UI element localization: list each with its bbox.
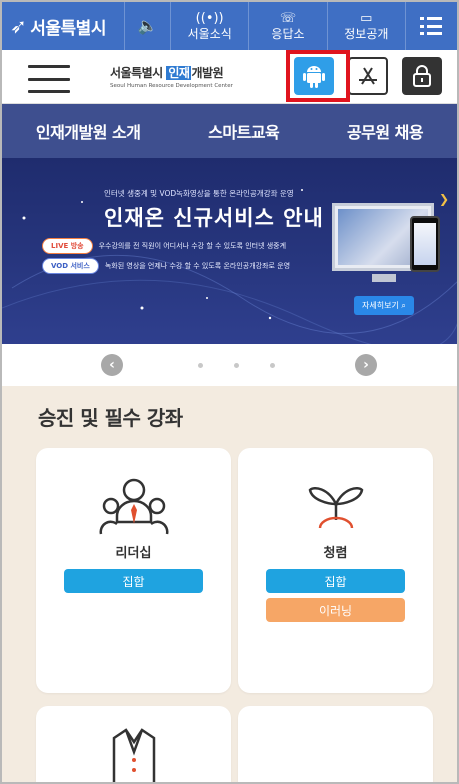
site-logo[interactable]: 서울특별시 인재 개발원 Seoul Human Resource Develop… — [110, 64, 250, 89]
eungdapso-label: 응답소 — [271, 27, 305, 41]
banner-vod-row: VOD 서비스 녹화된 영상을 언제나 수강 할 수 있도록 온라인공개강좌로 … — [42, 258, 290, 274]
course-card-partial[interactable] — [36, 706, 231, 782]
carousel-dot[interactable] — [198, 363, 203, 368]
tag-elearning[interactable]: 이러닝 — [266, 598, 405, 622]
main-nav: 인재개발원 소개 스마트교육 공무원 채용 — [2, 104, 457, 158]
promo-banner[interactable]: 인터넷 생중계 및 VOD녹화영상을 통한 온라인공개강좌 운영 인재온 신규서… — [2, 158, 457, 344]
phone-illustration — [410, 216, 440, 272]
leadership-icon — [99, 478, 168, 535]
sprout-icon — [308, 487, 363, 529]
login-button[interactable] — [402, 57, 442, 95]
broadcast-icon: ((•)) — [195, 11, 224, 26]
carousel-prev-button[interactable]: ‹ — [101, 354, 123, 376]
nav-item-smart-education[interactable]: 스마트교육 — [208, 119, 280, 143]
seoul-logo-label: 서울특별시 — [30, 18, 106, 39]
brand-prefix: 서울특별시 — [110, 66, 163, 80]
live-badge: LIVE 방송 — [42, 238, 93, 254]
section-title: 승진 및 필수 강좌 — [38, 406, 183, 430]
app-store-icon — [359, 67, 377, 85]
more-details-label: 자세히보기 — [362, 301, 399, 310]
speaker-icon: 🔈 — [137, 16, 158, 35]
city-menu-button[interactable] — [404, 2, 457, 50]
hamburger-menu-icon[interactable] — [28, 65, 70, 93]
course-card-label: 리더십 — [115, 546, 152, 561]
folder-icon: ▭ — [360, 11, 373, 26]
speaker-button[interactable]: 🔈 — [124, 2, 170, 50]
highlight-box — [286, 50, 350, 102]
info-disclosure-button[interactable]: ▭ 정보공개 — [326, 2, 405, 50]
course-card-integrity[interactable]: 청렴 집합 이러닝 — [238, 448, 433, 693]
phone-icon: ☏ — [279, 11, 297, 26]
seoul-logo-icon: ➶ — [10, 14, 27, 38]
live-text: 우수강의를 전 직원이 어디서나 수강 할 수 있도록 인터넷 생중계 — [98, 242, 287, 250]
lock-icon — [413, 65, 431, 87]
brand-suffix: 개발원 — [191, 66, 224, 80]
carousel-dot[interactable] — [270, 363, 275, 368]
chevron-decoration-icon: ❯ — [439, 192, 450, 206]
vod-text: 녹화된 영상을 언제나 수강 할 수 있도록 온라인공개강좌로 운영 — [104, 262, 291, 270]
tag-offline[interactable]: 집합 — [64, 569, 203, 593]
carousel-dot[interactable] — [234, 363, 239, 368]
list-menu-icon — [420, 17, 443, 35]
info-disclosure-label: 정보공개 — [344, 27, 389, 41]
seoul-city-bar: ➶ 서울특별시 🔈 ((•)) 서울소식 ☏ 응답소 ▭ 정보공개 — [2, 2, 457, 50]
seoul-news-label: 서울소식 — [187, 27, 232, 41]
chevron-right-icon: › — [363, 357, 369, 373]
ios-app-button[interactable] — [348, 57, 388, 95]
carousel-controls: ‹ › — [2, 344, 457, 386]
app-frame: ➶ 서울특별시 🔈 ((•)) 서울소식 ☏ 응답소 ▭ 정보공개 서울특별시 … — [0, 0, 459, 784]
course-card-label: 청렴 — [323, 546, 348, 561]
chevron-left-icon: ‹ — [109, 357, 115, 373]
carousel-next-button[interactable]: › — [355, 354, 377, 376]
search-icon: ⌕ — [401, 301, 406, 310]
nav-item-about[interactable]: 인재개발원 소개 — [36, 119, 141, 143]
brand-highlight: 인재 — [166, 66, 192, 80]
brand-english: Seoul Human Resource Development Center — [110, 83, 233, 89]
seoul-logo[interactable]: ➶ 서울특별시 — [2, 2, 124, 50]
tag-offline[interactable]: 집합 — [266, 569, 405, 593]
seoul-news-button[interactable]: ((•)) 서울소식 — [170, 2, 248, 50]
nav-item-recruitment[interactable]: 공무원 채용 — [347, 119, 424, 143]
course-card-leadership[interactable]: 리더십 집합 — [36, 448, 231, 693]
shirt-icon — [112, 728, 155, 782]
banner-live-row: LIVE 방송 우수강의를 전 직원이 어디서나 수강 할 수 있도록 인터넷 … — [42, 238, 286, 254]
monitor-stand — [372, 274, 396, 282]
vod-badge: VOD 서비스 — [42, 258, 99, 274]
more-details-button[interactable]: 자세히보기 ⌕ — [354, 296, 414, 315]
site-header: 서울특별시 인재 개발원 Seoul Human Resource Develop… — [2, 50, 457, 104]
eungdapso-button[interactable]: ☏ 응답소 — [248, 2, 326, 50]
banner-title: 인재온 신규서비스 안내 — [104, 206, 324, 230]
banner-subtitle: 인터넷 생중계 및 VOD녹화영상을 통한 온라인공개강좌 운영 — [104, 189, 294, 198]
course-card-partial[interactable] — [238, 706, 433, 782]
